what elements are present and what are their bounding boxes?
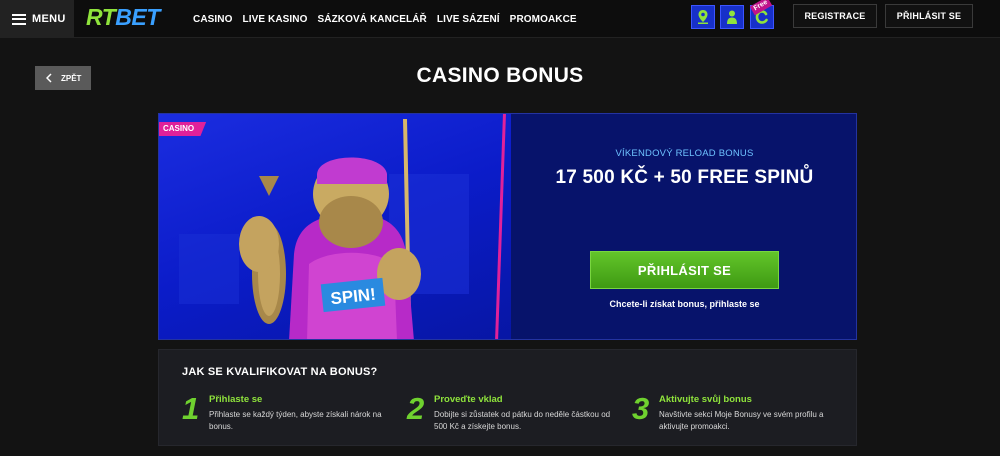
step-title: Aktivujte svůj bonus [659, 394, 752, 405]
menu-label: MENU [32, 13, 66, 25]
nav-promoakce[interactable]: PROMOAKCE [510, 14, 577, 25]
step-item: 2 Proveďte vklad Dobijte si zůstatek od … [407, 393, 617, 437]
hamburger-icon [12, 13, 26, 25]
nav-casino[interactable]: CASINO [193, 14, 233, 25]
step-title: Přihlaste se [209, 394, 263, 405]
step-title: Proveďte vklad [434, 394, 503, 405]
steps-title: JAK SE KVALIFIKOVAT NA BONUS? [182, 366, 378, 378]
casino-badge: CASINO [159, 122, 207, 136]
rtbet-logo[interactable]: RTBET [86, 5, 160, 29]
step-description: Přihlaste se každý týden, abyste získali… [209, 410, 382, 431]
step-item: 1 Přihlaste se Přihlaste se každý týden,… [182, 393, 392, 437]
promo-login-button[interactable]: PŘIHLÁSIT SE [590, 251, 779, 289]
qualification-steps: JAK SE KVALIFIKOVAT NA BONUS? 1 Přihlast… [158, 349, 857, 446]
main-nav: CASINO LIVE KASINO SÁZKOVÁ KANCELÁŘ LIVE… [193, 0, 587, 38]
nav-live-kasino[interactable]: LIVE KASINO [243, 14, 308, 25]
page-title: CASINO BONUS [416, 64, 584, 87]
nav-live-sazeni[interactable]: LIVE SÁZENÍ [437, 14, 500, 25]
header-login-button[interactable]: PŘIHLÁSIT SE [885, 4, 973, 28]
promo-image: SPIN! [159, 114, 511, 339]
menu-button[interactable]: MENU [0, 0, 74, 38]
step-description: Navštivte sekci Moje Bonusy ve svém prof… [659, 410, 824, 431]
step-number: 3 [632, 391, 650, 426]
location-icon[interactable] [691, 5, 715, 29]
nav-sazkova-kancelar[interactable]: SÁZKOVÁ KANCELÁŘ [318, 14, 427, 25]
register-button[interactable]: REGISTRACE [793, 4, 877, 28]
support-agent-icon[interactable] [720, 5, 744, 29]
bonus-subtitle: VÍKENDOVÝ RELOAD BONUS [615, 148, 754, 159]
step-description: Dobijte si zůstatek od pátku do neděle č… [434, 410, 611, 431]
step-number: 2 [407, 391, 425, 426]
login-hint: Chcete-li získat bonus, přihlaste se [609, 299, 760, 309]
top-header: MENU RTBET CASINO LIVE KASINO SÁZKOVÁ KA… [0, 0, 1000, 38]
step-item: 3 Aktivujte svůj bonus Navštivte sekci M… [632, 393, 842, 437]
step-number: 1 [182, 391, 200, 426]
promo-card: SPIN! CASINO VÍKENDOVÝ RELOAD BONUS 17 5… [158, 113, 857, 340]
bonus-headline: 17 500 KČ + 50 FREE SPINŮ [555, 167, 814, 188]
